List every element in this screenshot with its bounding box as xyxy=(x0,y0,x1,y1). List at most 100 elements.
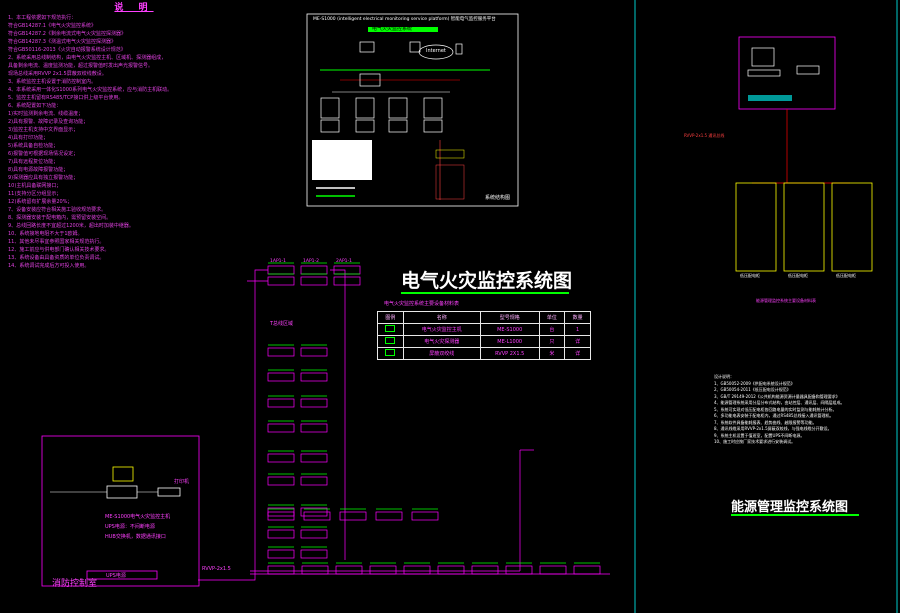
note-line: 7)具有远程复位功能； xyxy=(8,159,59,165)
note-line: 4、本系统采用一体化S1000系列电气火灾监控系统，应与消防主机联动。 xyxy=(8,87,173,93)
legend-cell: 米 xyxy=(538,347,566,360)
keyboard-icon xyxy=(747,69,781,77)
legend-row: 电气火灾监控主机 ME-S1000 台 1 xyxy=(377,323,591,336)
host-line: HUB交换机，数据通讯接口 xyxy=(105,534,166,540)
legend-cell xyxy=(377,335,404,348)
detector-module xyxy=(267,347,295,357)
detector-module xyxy=(300,529,328,539)
detector-module xyxy=(300,423,328,433)
energy-note-line: 10、施工时应按厂家技术要求进行安装调试。 xyxy=(714,439,796,444)
legend-cell: 1 xyxy=(564,323,591,336)
monitor-icon xyxy=(751,47,775,67)
note-line: 8)具有电源故障报警功能； xyxy=(8,167,69,173)
note-line: 14、系统调试完成后方可投入使用。 xyxy=(8,263,90,269)
detector-module xyxy=(300,372,328,382)
legend-cell: RVVP 2X1.5 xyxy=(479,347,540,360)
legend-cell: 详 xyxy=(564,347,591,360)
energy-panel xyxy=(735,36,873,272)
legend-cell: 详 xyxy=(564,335,591,348)
legend-cell: 电气火灾探测器 xyxy=(402,335,481,348)
detector-module xyxy=(369,565,397,575)
network-footer: 系统结构图 xyxy=(485,195,511,201)
note-line: 12、施工前应与供电部门确认相关技术要求。 xyxy=(8,247,110,253)
note-line: 11)支持分区分组显示； xyxy=(8,191,62,197)
workstation-icon xyxy=(320,97,340,133)
detector-module xyxy=(267,565,295,575)
distribution-cabinet xyxy=(831,182,873,272)
note-line: 符合GB14287.1《电气火灾监控系统》 xyxy=(8,23,96,29)
bus-zone-label: T总线区域 xyxy=(270,321,294,327)
note-line: 13、系统设备由具备资质的单位负责调试。 xyxy=(8,255,105,261)
server-icon xyxy=(409,41,421,53)
printer-icon xyxy=(796,65,820,75)
legend-row: 电气火灾探测器 ME-L1000 只详 xyxy=(377,335,591,348)
detector-module xyxy=(301,565,329,575)
server-icon xyxy=(359,41,375,53)
meter-table-title: 能源管理监控系统主要设备材料表 xyxy=(756,298,816,303)
detector-module xyxy=(471,565,499,575)
legend-cell xyxy=(377,347,404,360)
legend-header-cell: 名称 xyxy=(402,311,481,324)
legend-row: 屏蔽双绞线 RVVP 2X1.5 米详 xyxy=(377,347,591,360)
detector-module xyxy=(300,276,328,286)
legend-cell: ME-S1000 xyxy=(479,323,540,336)
energy-link-label: RVVP-2x1.5 通讯总线 xyxy=(684,133,725,138)
detector-module xyxy=(573,565,601,575)
note-line: 10、系统接地电阻不大于1欧姆。 xyxy=(8,231,83,237)
note-line: 11、其他未尽事宜参照国家相关规范执行。 xyxy=(8,239,105,245)
note-line: 9、总线回路长度不宜超过1200米，超出时加装中继器。 xyxy=(8,223,134,229)
note-line: 6)报警值可根据现场情况设定； xyxy=(8,151,79,157)
note-line: 1、本工程依据如下规范执行： xyxy=(8,15,77,21)
energy-notes: 设计说明： 1、GB50052-2009《供配电系统设计规范》 2、GB50054-… xyxy=(714,374,892,446)
note-line: 10)主机具备联网接口； xyxy=(8,183,62,189)
host-description: ME-S1000电气火灾监控主机 UPS电源：不间断电源 HUB交换机，数据通讯… xyxy=(105,512,170,542)
control-room-box xyxy=(41,435,200,587)
phone-icon xyxy=(455,43,463,55)
note-line: 7、设备安装应符合相关施工验收规范要求。 xyxy=(8,207,107,213)
legend-header-cell: 图例 xyxy=(377,311,404,324)
network-architecture-panel xyxy=(306,13,519,207)
title-underline xyxy=(401,292,569,294)
detector-module xyxy=(403,565,431,575)
fire-monitor-title: 电气火灾监控系统图 xyxy=(401,270,573,292)
control-room-label: 消防控制室 xyxy=(52,579,98,589)
detector-module xyxy=(267,476,295,486)
legend-cell: ME-L1000 xyxy=(479,335,540,348)
detector-module xyxy=(300,453,328,463)
note-line: 现场总线采用RVVP 2x1.5屏蔽双绞线敷设。 xyxy=(8,71,107,77)
printer-label: 打印机 xyxy=(174,479,190,485)
note-line: 12)系统留有扩展余量20%； xyxy=(8,199,73,205)
detector-module xyxy=(539,565,567,575)
detector-module xyxy=(267,265,295,275)
note-line: 符合GB14287.3《测温式电气火灾监控探测器》 xyxy=(8,39,116,45)
note-line: 3、系统监控主机设置于消防控制室内。 xyxy=(8,79,97,85)
detector-module xyxy=(335,565,363,575)
fire-legend-table: 图例 名称 型号规格 单位 数量 电气火灾监控主机 ME-S1000 台 1 电气火灾探测器 ME… xyxy=(377,311,591,360)
note-line: 2)具有报警、故障记录及查询功能； xyxy=(8,119,89,125)
bus-top-label: 2AP1-1 xyxy=(336,259,353,264)
detector-module xyxy=(333,276,361,286)
legend-cell xyxy=(377,323,404,336)
note-line: 4)具有打印功能； xyxy=(8,135,49,141)
note-line: 2、系统采用总线制结构，由电气火灾监控主机、区域机、探测器组成， xyxy=(8,55,167,61)
legend-header-cell: 数量 xyxy=(564,311,591,324)
note-line: 符合GB14287.2《剩余电流式电气火灾监控探测器》 xyxy=(8,31,126,37)
bus-top-label: 1AP1-2 xyxy=(303,259,320,264)
printer-icon xyxy=(157,487,181,497)
design-notes: 说 明 1、本工程依据如下规范执行： 符合GB14287.1《电气火灾监控系统》… xyxy=(8,4,260,270)
note-line: 5)系统具备自检功能； xyxy=(8,143,59,149)
legend-caption: 电气火灾监控系统主要设备材料表 xyxy=(384,301,460,307)
ups-label: UPS电源 xyxy=(106,573,126,579)
legend-cell: 屏蔽双绞线 xyxy=(402,347,481,360)
host-line: UPS电源：不间断电源 xyxy=(105,524,155,530)
bus-top-label: 1AP1-1 xyxy=(270,259,287,264)
cabinet-label: 低压配电柜 xyxy=(788,273,808,278)
detector-module xyxy=(339,511,367,521)
note-line: 3)监控主机支持中文界面显示； xyxy=(8,127,79,133)
detector-module xyxy=(411,511,439,521)
detector-module xyxy=(300,549,328,559)
note-line: 8、探测器安装于配电箱内，需预留安装空间。 xyxy=(8,215,112,221)
note-line: 6、系统配置如下功能： xyxy=(8,103,62,109)
legend-header-cell: 型号规格 xyxy=(479,311,540,324)
distribution-cabinet xyxy=(783,182,825,272)
